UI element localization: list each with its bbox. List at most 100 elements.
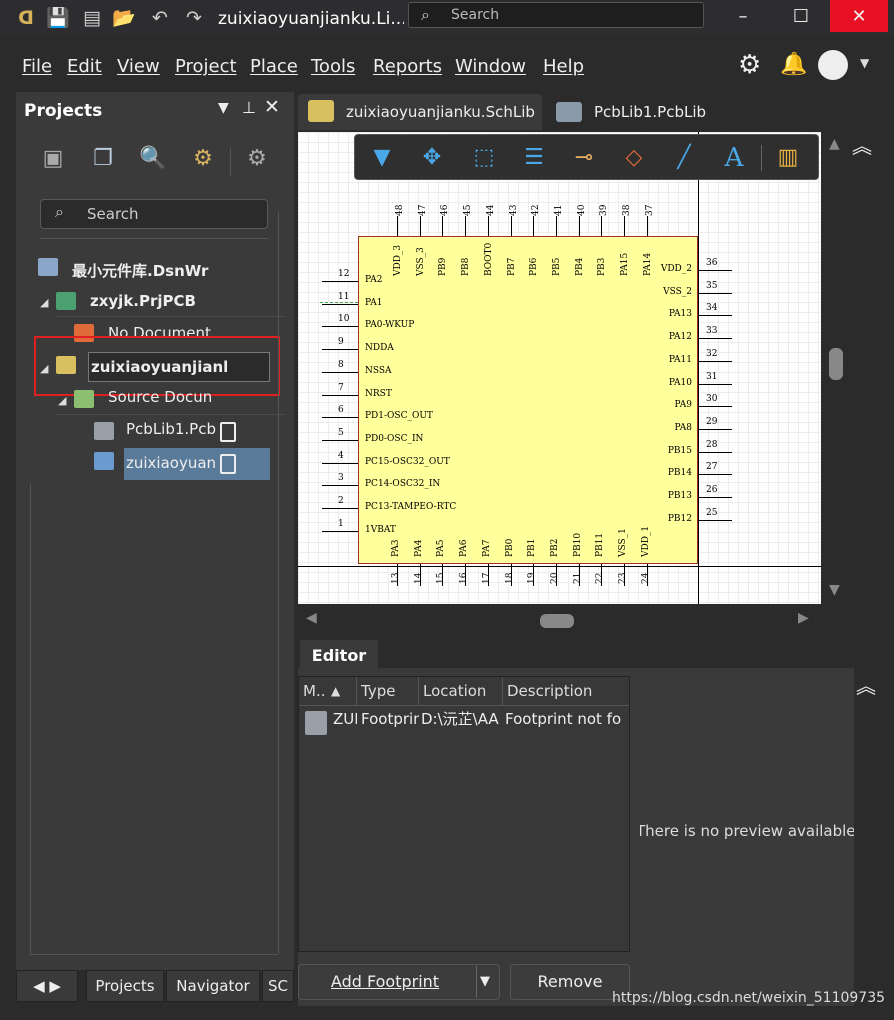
pin-number: 26 bbox=[706, 485, 718, 495]
component-body[interactable] bbox=[358, 236, 698, 564]
scroll-thumb[interactable] bbox=[829, 348, 843, 380]
pin-name: PB15 bbox=[667, 445, 692, 456]
menu-place[interactable]: Place bbox=[250, 56, 298, 77]
align-icon[interactable]: ☰ bbox=[519, 143, 549, 173]
menu-help[interactable]: Help bbox=[543, 56, 584, 77]
tab-schlib[interactable]: zuixiaoyuanjianku.SchLib bbox=[298, 94, 542, 130]
column-header-description[interactable]: Description bbox=[503, 677, 629, 705]
save-icon[interactable]: 💾 bbox=[46, 6, 70, 30]
copy-documents-icon[interactable]: ❐ bbox=[88, 144, 118, 174]
close-button[interactable]: ✕ bbox=[830, 0, 888, 32]
tab-pcblib[interactable]: PcbLib1.PcbLib bbox=[546, 94, 746, 130]
window-title: zuixiaoyuanjianku.Li... bbox=[218, 9, 404, 29]
document-icon bbox=[220, 454, 236, 474]
collapse-up-icon[interactable]: ︽ bbox=[856, 670, 876, 699]
open-folder-icon[interactable]: 📂 bbox=[112, 6, 136, 30]
pin-line bbox=[698, 383, 732, 385]
save-project-icon[interactable]: ▣ bbox=[38, 144, 68, 174]
row-location[interactable]: D:\沅芷\AA bbox=[421, 707, 503, 731]
tree-pcb-project[interactable]: zxyjk.PrjPCB bbox=[90, 292, 270, 310]
panel-menu-icon[interactable]: ▼ bbox=[218, 100, 229, 116]
tab-scroll-arrows[interactable]: ◀ ▶ bbox=[16, 970, 78, 1002]
vertical-scrollbar[interactable]: ▲ ▼ bbox=[821, 132, 854, 604]
tab-pcblib-label: PcbLib1.PcbLib bbox=[594, 103, 707, 121]
menu-view[interactable]: View bbox=[117, 56, 160, 77]
column-header-location[interactable]: Location bbox=[419, 677, 503, 705]
user-avatar[interactable] bbox=[818, 50, 848, 80]
pin-number: 25 bbox=[706, 507, 718, 518]
pin-name: PC13-TAMPEO-RTC bbox=[365, 502, 457, 512]
scroll-down-icon[interactable]: ▼ bbox=[829, 582, 840, 598]
menu-file[interactable]: File bbox=[22, 56, 52, 77]
tab-sc[interactable]: SC bbox=[262, 970, 294, 1002]
expand-library-chevron-icon[interactable]: ◢ bbox=[40, 362, 48, 375]
find-folder-icon[interactable]: 🔍 bbox=[138, 144, 168, 174]
tab-projects[interactable]: Projects bbox=[86, 970, 164, 1002]
settings-gear-icon[interactable]: ⚙ bbox=[738, 50, 761, 80]
save-all-icon[interactable]: ▤ bbox=[80, 6, 104, 30]
row-description[interactable]: Footprint not fo bbox=[505, 707, 627, 731]
menu-window[interactable]: Window bbox=[455, 56, 526, 77]
place-text-icon[interactable]: A bbox=[719, 143, 749, 173]
scroll-right-icon[interactable]: ▶ bbox=[798, 610, 809, 626]
editor-header bbox=[298, 638, 854, 668]
maximize-button[interactable]: ☐ bbox=[772, 0, 830, 34]
pin-line bbox=[487, 216, 489, 236]
expand-project-chevron-icon[interactable]: ◢ bbox=[40, 296, 48, 309]
tree-workspace[interactable]: 最小元件库.DsnWr bbox=[72, 260, 218, 281]
scroll-up-icon[interactable]: ▲ bbox=[829, 136, 840, 152]
panel-settings-icon[interactable]: ⚙ bbox=[242, 144, 272, 174]
menu-tools[interactable]: Tools bbox=[311, 56, 355, 77]
user-menu-chevron-icon[interactable]: ▼ bbox=[860, 56, 869, 70]
menu-project[interactable]: Project bbox=[175, 56, 237, 77]
scroll-left-icon[interactable]: ◀ bbox=[306, 610, 317, 626]
pin-name: PA8 bbox=[674, 422, 692, 433]
row-type[interactable]: Footprint bbox=[361, 707, 419, 731]
pin-number: 6 bbox=[338, 405, 344, 416]
filter-icon[interactable]: ▼ bbox=[367, 143, 397, 173]
minimize-button[interactable]: – bbox=[714, 0, 772, 34]
add-footprint-dropdown-icon[interactable]: ▼ bbox=[480, 974, 490, 989]
tree-pcblib[interactable]: PcbLib1.Pcb bbox=[126, 420, 218, 438]
expand-source-chevron-icon[interactable]: ◢ bbox=[58, 394, 66, 407]
horizontal-scrollbar[interactable]: ◀ ▶ bbox=[298, 604, 854, 636]
pin-number: 37 bbox=[644, 204, 655, 216]
tab-navigator[interactable]: Navigator bbox=[166, 970, 260, 1002]
tree-schlib-selected[interactable]: zuixiaoyuan bbox=[124, 448, 270, 480]
close-panel-icon[interactable]: ✕ bbox=[264, 96, 280, 118]
place-pin-icon[interactable]: ⊸ bbox=[569, 143, 599, 173]
move-icon[interactable]: ✥ bbox=[417, 143, 447, 173]
menu-edit[interactable]: Edit bbox=[67, 56, 102, 77]
pin-line bbox=[322, 485, 358, 487]
menu-reports[interactable]: Reports bbox=[373, 56, 442, 77]
scroll-thumb[interactable] bbox=[540, 614, 574, 628]
pin-name: PB11 bbox=[595, 532, 606, 557]
place-line-icon[interactable]: ╱ bbox=[669, 143, 699, 173]
component-icon[interactable]: ▥ bbox=[773, 143, 803, 173]
select-rectangle-icon[interactable]: ⬚ bbox=[469, 143, 499, 173]
undo-icon[interactable]: ↶ bbox=[148, 6, 172, 30]
library-project-rename-input[interactable]: zuixiaoyuanjianl bbox=[88, 352, 270, 382]
global-search-input[interactable]: ⌕ Search bbox=[408, 2, 704, 28]
folder-settings-icon[interactable]: ⚙ bbox=[188, 144, 218, 174]
projects-search-input[interactable]: ⌕ Search bbox=[40, 199, 268, 229]
column-header-type[interactable]: Type bbox=[357, 677, 419, 705]
pin-line bbox=[419, 216, 421, 236]
pin-icon[interactable]: ⊥ bbox=[242, 98, 256, 117]
column-header-model[interactable]: M.. ▲ bbox=[299, 677, 357, 705]
pin-name: PB2 bbox=[549, 538, 560, 557]
tree-source-documents[interactable]: Source Docun bbox=[108, 388, 218, 406]
place-polygon-icon[interactable]: ◇ bbox=[619, 143, 649, 173]
pin-number: 4 bbox=[338, 450, 344, 461]
tree-border bbox=[30, 484, 31, 954]
pin-number: 9 bbox=[338, 337, 344, 348]
row-model[interactable]: ZUI bbox=[333, 707, 357, 731]
add-footprint-button[interactable]: Add Footprint bbox=[298, 964, 500, 1000]
notifications-bell-icon[interactable]: 🔔 bbox=[780, 52, 807, 77]
library-project-icon bbox=[56, 356, 76, 374]
collapse-up-icon[interactable]: ︽ bbox=[852, 130, 872, 159]
pin-number: 42 bbox=[531, 204, 542, 216]
altium-logo-icon: ᗡ bbox=[18, 7, 34, 29]
tab-editor[interactable]: Editor bbox=[300, 640, 378, 668]
redo-icon[interactable]: ↷ bbox=[182, 6, 206, 30]
